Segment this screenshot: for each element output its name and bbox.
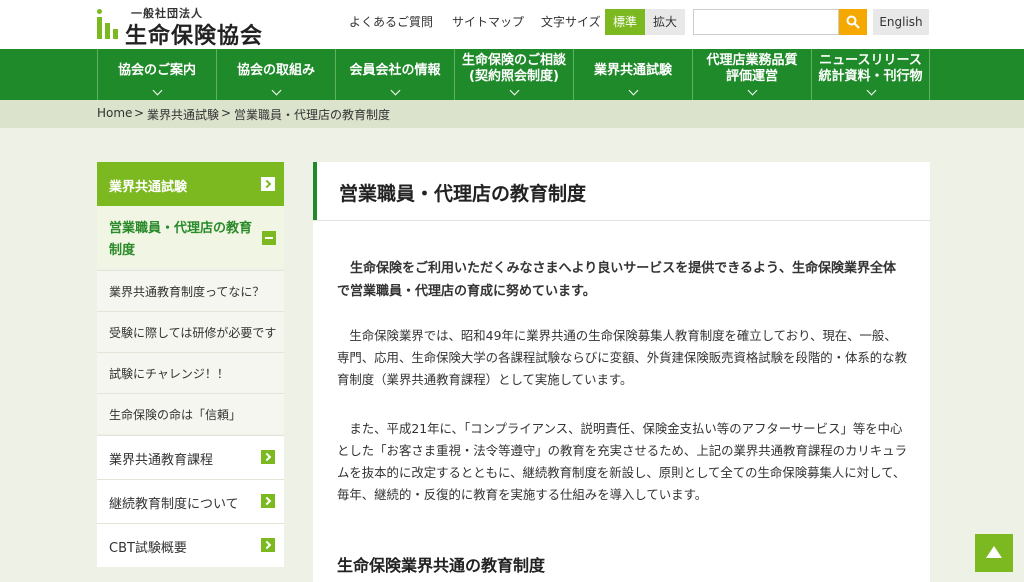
breadcrumb-separator: > (221, 106, 232, 120)
faq-link[interactable]: よくあるご質問 (349, 9, 433, 35)
body-paragraph: 生命保険業界では、昭和49年に業界共通の生命保険募集人教育制度を確立しており、現… (337, 328, 907, 387)
site-header: 一般社団法人 生命保険協会 よくあるご質問 サイトマップ 文字サイズ 標準 拡大… (0, 0, 1024, 49)
back-to-top-button[interactable] (975, 534, 1013, 572)
nav-label: 業界共通試験 (593, 63, 672, 78)
sidebar-item[interactable]: 業界共通教育課程 (97, 435, 284, 479)
chevron-down-icon (390, 85, 401, 96)
collapse-icon (262, 231, 276, 245)
logo-title: 生命保険協会 (125, 24, 264, 49)
chevron-down-icon (271, 85, 282, 96)
search-icon (846, 15, 860, 29)
sidebar-subitem[interactable]: 受験に際しては研修が必要です (97, 311, 284, 352)
sidebar-item[interactable]: CBT試験概要 (97, 523, 284, 567)
breadcrumb: Home > 業界共通試験 > 営業職員・代理店の教育制度 (0, 100, 1024, 128)
divider (313, 220, 930, 221)
sidebar-subitem-label: 試験にチャレンジ！！ (109, 367, 229, 381)
nav-item-consultation[interactable]: 生命保険のご相談 (契約照会制度) (454, 49, 573, 100)
sidebar-subitem[interactable]: 生命保険の命は「信頼」 (97, 393, 284, 434)
search-button[interactable] (839, 9, 867, 35)
chevron-right-icon (261, 450, 275, 464)
sidebar-item-label: CBT試験概要 (109, 541, 187, 556)
chevron-right-icon (261, 494, 275, 508)
body-paragraph: また、平成21年に、「コンプライアンス、説明責任、保険金支払い等のアフターサービ… (337, 421, 907, 502)
breadcrumb-separator: > (134, 106, 145, 120)
nav-label: ニュースリリース 統計資料・刊行物 (818, 53, 923, 84)
search-input[interactable] (693, 9, 839, 35)
sidebar-header-label: 業界共通試験 (109, 180, 188, 195)
chevron-right-icon (261, 538, 275, 552)
english-button[interactable]: English (873, 9, 929, 35)
sidebar-item-current[interactable]: 営業職員・代理店の教育制度 (97, 206, 284, 268)
sidebar-subitem-label: 受験に際しては研修が必要です (109, 326, 277, 340)
chevron-down-icon (509, 85, 520, 96)
breadcrumb-current: 営業職員・代理店の教育制度 (234, 108, 391, 122)
nav-item-news[interactable]: ニュースリリース 統計資料・刊行物 (811, 49, 930, 100)
global-nav: 協会のご案内 協会の取組み 会員会社の情報 生命保険のご相談 (契約照会制度) … (0, 49, 1024, 100)
chevron-down-icon (628, 85, 639, 96)
main-content: 営業職員・代理店の教育制度 生命保険をご利用いただくみなさまへより良いサービスを… (313, 162, 930, 582)
sidebar-subitem[interactable]: 業界共通教育制度ってなに？ (97, 270, 284, 311)
page-title: 営業職員・代理店の教育制度 (339, 183, 587, 205)
font-large-button[interactable]: 拡大 (645, 9, 685, 35)
sidebar-item-label: 継続教育制度について (109, 497, 239, 512)
nav-item-members[interactable]: 会員会社の情報 (335, 49, 454, 100)
nav-label: 協会の取組み (236, 63, 315, 78)
lead-paragraph: 生命保険をご利用いただくみなさまへより良いサービスを提供できるよう、生命保険業界… (337, 261, 897, 299)
nav-label: 代理店業務品質 評価運営 (706, 53, 798, 84)
font-size-label: 文字サイズ (541, 15, 601, 29)
sitemap-link[interactable]: サイトマップ (452, 9, 524, 35)
sidebar-header[interactable]: 業界共通試験 (97, 162, 284, 206)
sidebar-subitem[interactable]: 試験にチャレンジ！！ (97, 352, 284, 393)
sidebar-subitem-label: 生命保険の命は「信頼」 (109, 408, 242, 422)
chevron-right-icon (261, 177, 275, 191)
nav-item-agency-quality[interactable]: 代理店業務品質 評価運営 (692, 49, 811, 100)
nav-item-exams[interactable]: 業界共通試験 (573, 49, 692, 100)
nav-item-about[interactable]: 協会のご案内 (97, 49, 216, 100)
nav-label: 生命保険のご相談 (契約照会制度) (461, 53, 566, 84)
chevron-down-icon (152, 85, 163, 96)
sidebar-item-label: 営業職員・代理店の教育制度 (109, 221, 253, 258)
chevron-down-icon (866, 85, 876, 96)
sidebar-item[interactable]: 継続教育制度について (97, 479, 284, 523)
nav-label: 協会のご案内 (117, 63, 196, 78)
sidebar-subitem-label: 業界共通教育制度ってなに？ (109, 285, 265, 299)
title-accent (313, 162, 317, 220)
section-title: 生命保険業界共通の教育制度 (337, 556, 546, 575)
nav-label: 会員会社の情報 (349, 63, 441, 78)
breadcrumb-exams[interactable]: 業界共通試験 (147, 106, 219, 123)
sidebar-item-label: 業界共通教育課程 (109, 453, 214, 468)
nav-item-activities[interactable]: 協会の取組み (216, 49, 335, 100)
font-standard-button[interactable]: 標準 (605, 9, 645, 35)
chevron-down-icon (747, 85, 758, 96)
logo-mark-icon (97, 9, 123, 39)
breadcrumb-home[interactable]: Home (97, 106, 132, 120)
